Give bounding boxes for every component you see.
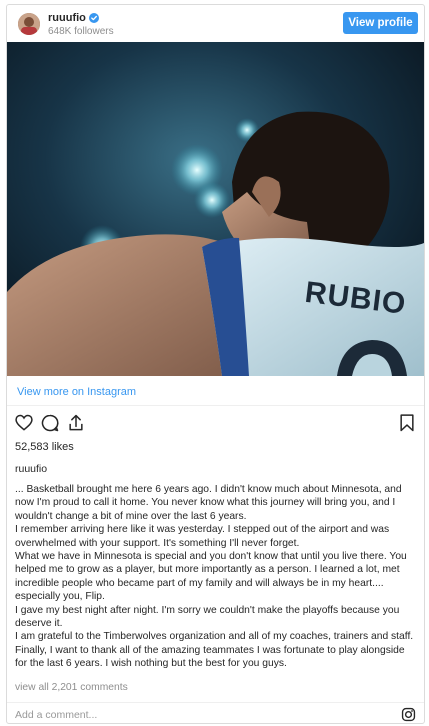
comment-icon[interactable]	[40, 413, 60, 433]
instagram-icon[interactable]	[401, 707, 416, 722]
like-count[interactable]: 52,583 likes	[15, 441, 74, 453]
verified-badge-icon	[88, 13, 99, 23]
caption: ... Basketball brought me here 6 years a…	[15, 483, 418, 671]
view-profile-button[interactable]: View profile	[343, 12, 418, 34]
add-comment-input[interactable]	[15, 708, 385, 722]
caption-paragraph: I gave my best night after night. I'm so…	[15, 604, 400, 630]
bookmark-icon[interactable]	[397, 413, 417, 433]
divider	[7, 702, 424, 703]
follower-count: 648K followers	[48, 26, 114, 37]
username-row: ruuufio	[48, 12, 99, 24]
view-all-comments-link[interactable]: view all 2,201 comments	[15, 682, 128, 693]
heart-icon[interactable]	[14, 413, 34, 433]
header-username[interactable]: ruuufio	[48, 12, 86, 24]
caption-paragraph: ... Basketball brought me here 6 years a…	[15, 484, 402, 522]
instagram-embed-card: ruuufio 648K followers View profile RUBI…	[6, 4, 425, 724]
action-bar	[7, 413, 424, 435]
avatar[interactable]	[18, 13, 40, 35]
view-more-link[interactable]: View more on Instagram	[17, 386, 136, 398]
caption-username[interactable]: ruuufio	[15, 463, 47, 475]
caption-paragraph: I remember arriving here like it was yes…	[15, 524, 390, 549]
post-photo[interactable]: RUBIO	[7, 42, 424, 376]
share-icon[interactable]	[66, 413, 86, 433]
caption-paragraph: What we have in Minnesota is special and…	[15, 551, 407, 603]
caption-paragraph: I am grateful to the Timberwolves organi…	[15, 631, 414, 670]
divider	[7, 405, 424, 406]
post-header: ruuufio 648K followers View profile	[7, 5, 424, 42]
